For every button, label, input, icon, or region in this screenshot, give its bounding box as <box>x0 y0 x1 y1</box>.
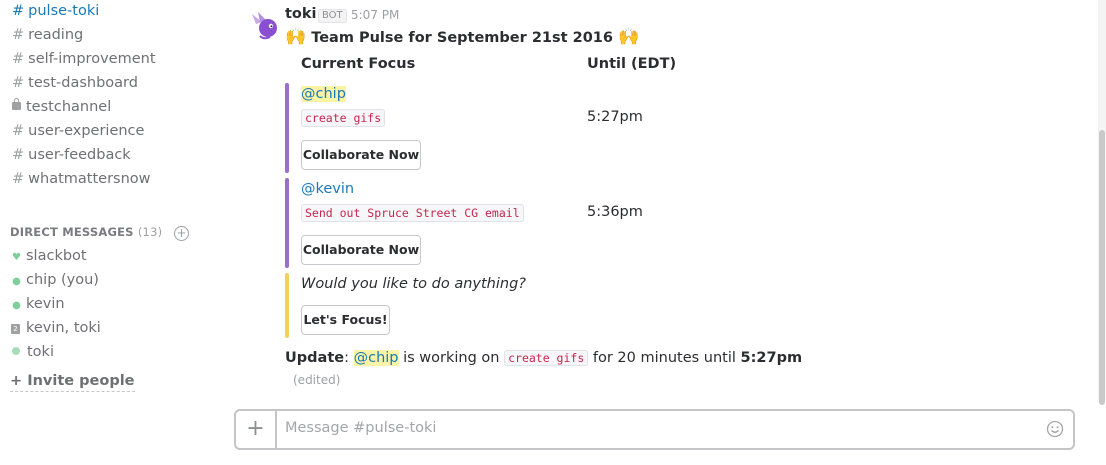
message-composer: + <box>234 409 1075 450</box>
sidebar: # pulse-toki # reading # self-improvement #… <box>0 0 230 465</box>
focus-prompt: Would you like to do anything? <box>301 276 526 292</box>
channel-label: test-dashboard <box>28 75 138 91</box>
dm-item-toki[interactable]: toki <box>11 341 54 363</box>
update-text: is working on <box>398 350 505 366</box>
emoji-smiley-icon[interactable] <box>1046 420 1064 438</box>
task-code: create gifs <box>301 109 386 127</box>
bot-badge: BOT <box>318 9 347 23</box>
until-time: 5:36pm <box>587 204 643 220</box>
channel-label: user-experience <box>28 123 145 139</box>
channel-label: reading <box>28 27 84 43</box>
task-code: Send out Spruce Street CG email <box>301 204 524 222</box>
update-line: Update: @chip is working on create gifs … <box>285 348 802 368</box>
mention-kevin[interactable]: @kevin <box>301 181 354 197</box>
add-dm-icon[interactable]: + <box>174 226 189 241</box>
channel-label: user-feedback <box>28 147 131 163</box>
message-headline: 🙌 Team Pulse for September 21st 2016 🙌 <box>285 27 639 47</box>
collaborate-now-button[interactable]: Collaborate Now <box>301 235 421 265</box>
collaborate-now-button[interactable]: Collaborate Now <box>301 140 421 170</box>
group-dm-icon: 2 <box>11 324 20 334</box>
channel-item-testchannel[interactable]: testchannel <box>12 96 111 118</box>
lets-focus-button[interactable]: Let's Focus! <box>301 305 390 335</box>
raised-hands-icon: 🙌 <box>618 27 640 47</box>
hash-icon: # <box>12 27 25 43</box>
update-text: for 20 minutes until <box>588 350 741 366</box>
heart-icon: ♥ <box>12 252 21 263</box>
raised-hands-icon: 🙌 <box>285 27 307 47</box>
hash-icon: # <box>12 123 25 139</box>
channel-item-pulse-toki[interactable]: # pulse-toki <box>12 0 99 22</box>
channel-label: whatmattersnow <box>28 171 151 187</box>
presence-active-icon: ● <box>12 300 21 311</box>
hash-icon: # <box>12 147 25 163</box>
channel-label: testchannel <box>26 99 112 115</box>
until-time: 5:27pm <box>587 109 643 125</box>
channel-item-user-experience[interactable]: # user-experience <box>12 120 144 142</box>
invite-people-link[interactable]: + Invite people <box>10 370 135 392</box>
dm-count: (13) <box>137 225 163 239</box>
attach-plus-button[interactable]: + <box>236 411 277 448</box>
presence-dot-icon <box>12 347 20 355</box>
update-until: 5:27pm <box>740 350 803 366</box>
dm-item-slackbot[interactable]: ♥ slackbot <box>11 245 87 267</box>
presence-active-icon: ● <box>12 276 21 287</box>
hash-icon: # <box>12 3 25 19</box>
channel-item-whatmattersnow[interactable]: # whatmattersnow <box>12 168 151 190</box>
hash-icon: # <box>12 171 25 187</box>
column-header-until: Until (EDT) <box>587 56 677 72</box>
dm-label: kevin, toki <box>26 320 101 336</box>
hash-icon: # <box>12 75 25 91</box>
dm-label: slackbot <box>26 248 87 264</box>
channel-item-test-dashboard[interactable]: # test-dashboard <box>12 72 138 94</box>
dm-item-kevin[interactable]: ● kevin <box>11 293 65 315</box>
channel-item-user-feedback[interactable]: # user-feedback <box>12 144 131 166</box>
message-timestamp[interactable]: 5:07 PM <box>351 8 399 22</box>
edited-label: (edited) <box>293 373 341 387</box>
dm-header-label: DIRECT MESSAGES <box>10 225 134 239</box>
direct-messages-header[interactable]: DIRECT MESSAGES (13) <box>10 225 162 239</box>
dm-item-chip[interactable]: ● chip (you) <box>11 269 99 291</box>
channel-item-reading[interactable]: # reading <box>12 24 83 46</box>
dm-label: kevin <box>26 296 65 312</box>
dm-label: toki <box>27 344 54 360</box>
dm-item-kevin-toki[interactable]: 2 kevin, toki <box>11 317 101 339</box>
update-colon: : <box>344 350 349 366</box>
channel-label: pulse-toki <box>28 3 100 19</box>
mention-chip[interactable]: @chip <box>301 86 346 102</box>
headline-text: Team Pulse for September 21st 2016 <box>311 30 613 46</box>
mention-chip[interactable]: @chip <box>353 350 399 366</box>
column-header-focus: Current Focus <box>301 56 416 72</box>
update-label: Update <box>285 350 345 366</box>
message-input[interactable] <box>285 420 1025 436</box>
hash-icon: # <box>12 51 25 67</box>
task-code: create gifs <box>504 350 589 366</box>
message-sender[interactable]: toki <box>285 6 317 22</box>
channel-item-self-improvement[interactable]: # self-improvement <box>12 48 156 70</box>
attachment-accent-bar <box>285 178 289 268</box>
scrollbar-thumb[interactable] <box>1099 130 1105 405</box>
attachment-accent-bar <box>285 83 289 173</box>
toki-avatar[interactable] <box>246 8 282 44</box>
dm-label: chip (you) <box>26 272 99 288</box>
attachment-accent-bar <box>285 273 289 338</box>
channel-label: self-improvement <box>28 51 156 67</box>
lock-icon <box>12 98 21 110</box>
